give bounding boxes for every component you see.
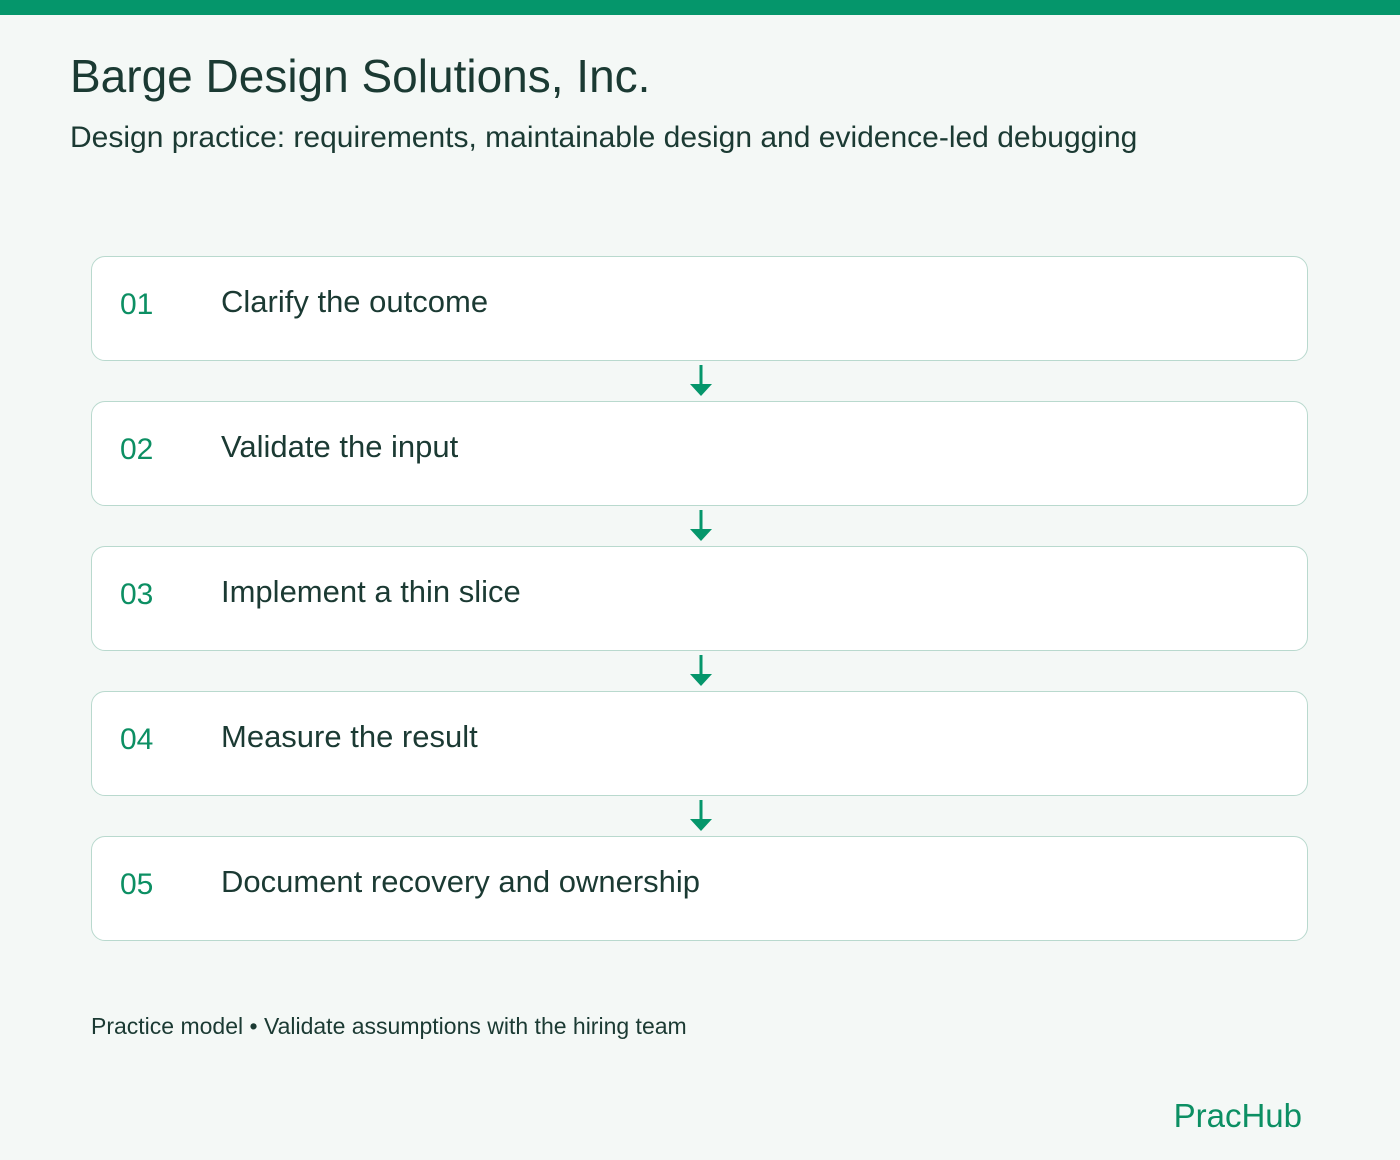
arrow-down-icon [690, 365, 712, 396]
step-card-2: 02 Validate the input [91, 401, 1308, 506]
footnote: Practice model • Validate assumptions wi… [91, 1013, 687, 1039]
step-card-5: 05 Document recovery and ownership [91, 836, 1308, 941]
brand-logo: PracHub [1173, 1097, 1302, 1134]
arrow-down-icon [690, 800, 712, 831]
arrow-down-icon [690, 510, 712, 541]
step-card-4: 04 Measure the result [91, 691, 1308, 796]
step-number: 01 [120, 288, 154, 321]
page-title: Barge Design Solutions, Inc. [70, 50, 651, 102]
top-accent-bar [0, 0, 1400, 15]
step-label: Document recovery and ownership [221, 864, 701, 899]
step-number: 04 [120, 723, 154, 756]
arrow-down-icon [690, 655, 712, 686]
page-subtitle: Design practice: requirements, maintaina… [70, 121, 1138, 154]
step-label: Implement a thin slice [221, 574, 521, 609]
step-card-1: 01 Clarify the outcome [91, 256, 1308, 361]
step-number: 02 [120, 433, 154, 466]
step-label: Clarify the outcome [221, 284, 489, 319]
step-label: Measure the result [221, 719, 478, 754]
step-number: 03 [120, 578, 154, 611]
step-card-3: 03 Implement a thin slice [91, 546, 1308, 651]
step-number: 05 [120, 868, 154, 901]
step-label: Validate the input [221, 429, 459, 464]
